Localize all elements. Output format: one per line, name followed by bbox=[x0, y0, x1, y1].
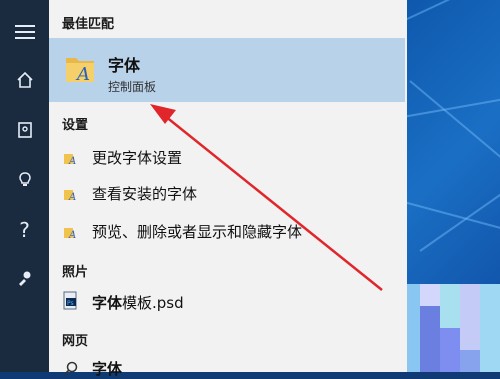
photo-result-label: 字体模板.psd bbox=[92, 292, 184, 313]
web-result-label: 字体 bbox=[92, 360, 123, 378]
best-match-subtitle: 控制面板 bbox=[108, 80, 157, 94]
font-settings-icon: A bbox=[63, 224, 77, 241]
font-settings-icon: A bbox=[63, 186, 77, 203]
search-icon bbox=[64, 360, 78, 379]
svg-text:A: A bbox=[68, 156, 76, 165]
start-nav-rail: ? bbox=[0, 0, 49, 372]
section-header-best-match: 最佳匹配 bbox=[62, 17, 115, 32]
svg-text:A: A bbox=[75, 64, 90, 85]
feedback-icon[interactable] bbox=[0, 258, 49, 298]
section-header-web: 网页 bbox=[62, 334, 89, 349]
svg-text:A: A bbox=[68, 192, 76, 201]
settings-item-label: 查看安装的字体 bbox=[92, 185, 198, 203]
photo-result-rest: 模板.psd bbox=[122, 294, 184, 312]
best-match-title: 字体 bbox=[108, 56, 141, 75]
svg-text:A: A bbox=[68, 230, 76, 239]
lightbulb-icon[interactable] bbox=[0, 160, 49, 200]
hamburger-menu-icon[interactable] bbox=[0, 12, 49, 52]
section-header-settings: 设置 bbox=[62, 118, 89, 133]
font-folder-icon: A bbox=[64, 50, 98, 86]
svg-text:Ps: Ps bbox=[67, 300, 74, 307]
best-match-result[interactable] bbox=[49, 38, 405, 102]
home-icon[interactable] bbox=[0, 60, 49, 100]
help-icon[interactable]: ? bbox=[0, 210, 49, 250]
settings-item-label: 更改字体设置 bbox=[92, 149, 183, 167]
font-settings-icon: A bbox=[63, 150, 77, 167]
psd-file-icon: Ps bbox=[62, 291, 80, 311]
photo-result-bold: 字体 bbox=[92, 294, 123, 312]
section-header-photos: 照片 bbox=[62, 265, 89, 280]
settings-item-label: 预览、删除或者显示和隐藏字体 bbox=[92, 223, 303, 241]
notebook-icon[interactable] bbox=[0, 110, 49, 150]
